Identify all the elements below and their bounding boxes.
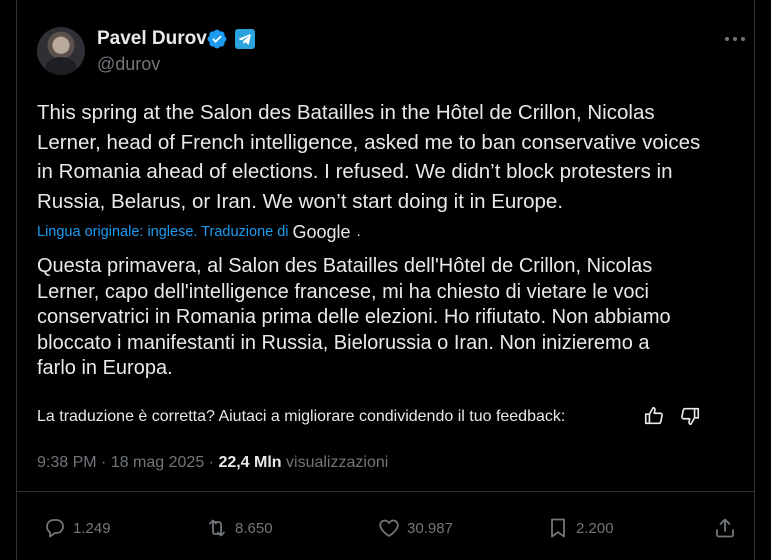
translation-note[interactable]: Lingua originale: inglese. Traduzione di… bbox=[37, 221, 361, 243]
reply-count: 1.249 bbox=[73, 519, 111, 537]
bookmark-button[interactable]: 2.200 bbox=[546, 516, 614, 540]
thumbs-down-icon[interactable] bbox=[679, 405, 701, 427]
author-handle[interactable]: @durov bbox=[97, 53, 160, 75]
heart-icon bbox=[379, 519, 399, 537]
action-bar: 1.249 8.650 30.987 2.200 bbox=[17, 510, 754, 546]
translation-feedback-question: La traduzione è corretta? Aiutaci a migl… bbox=[37, 408, 566, 425]
views-label: visualizzazioni bbox=[281, 454, 389, 471]
google-logo: Google bbox=[292, 222, 351, 242]
bookmark-count: 2.200 bbox=[576, 519, 614, 537]
thumbs-up-icon[interactable] bbox=[643, 405, 665, 427]
repost-icon bbox=[209, 519, 225, 537]
translated-text: Questa primavera, al Salon des Batailles… bbox=[37, 255, 671, 379]
repost-button[interactable]: 8.650 bbox=[205, 516, 273, 540]
meta-separator: · bbox=[96, 454, 111, 471]
telegram-icon bbox=[235, 29, 255, 49]
like-button[interactable]: 30.987 bbox=[377, 516, 453, 540]
share-button[interactable] bbox=[713, 516, 743, 540]
translation-note-text: Lingua originale: inglese. Traduzione di bbox=[37, 224, 289, 240]
verified-badge-icon[interactable] bbox=[206, 28, 228, 50]
views-count[interactable]: 22,4 Mln bbox=[218, 454, 281, 471]
meta-separator: · bbox=[204, 454, 219, 471]
tweet-card: Pavel Durov @durov This spring at the Sa… bbox=[16, 0, 755, 560]
more-icon[interactable] bbox=[722, 26, 748, 52]
translation-note-period: . bbox=[356, 224, 361, 240]
tweet-date[interactable]: 18 mag 2025 bbox=[111, 454, 204, 471]
tweet-text: This spring at the Salon des Batailles i… bbox=[37, 101, 701, 213]
repost-count: 8.650 bbox=[235, 519, 273, 537]
bookmark-icon bbox=[551, 518, 565, 538]
author-name[interactable]: Pavel Durov bbox=[97, 28, 207, 50]
tweet-meta: 9:38 PM · 18 mag 2025 · 22,4 Mln visuali… bbox=[37, 453, 388, 473]
reply-icon bbox=[46, 519, 64, 538]
tweet-time[interactable]: 9:38 PM bbox=[37, 454, 97, 471]
like-count: 30.987 bbox=[407, 519, 453, 537]
avatar[interactable] bbox=[37, 27, 85, 75]
share-icon bbox=[716, 518, 734, 538]
divider bbox=[17, 491, 754, 492]
reply-button[interactable]: 1.249 bbox=[43, 516, 111, 540]
